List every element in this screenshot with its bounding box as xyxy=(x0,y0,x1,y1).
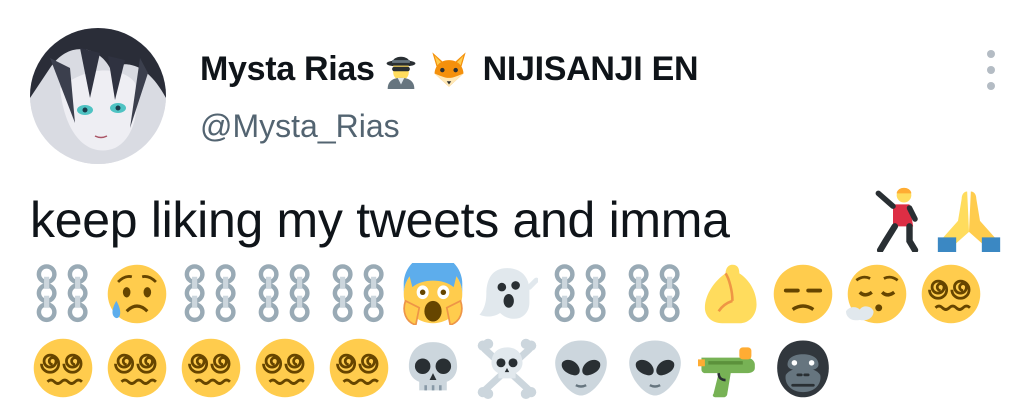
screaming-face-emoji-icon xyxy=(400,261,466,327)
folded-hands-emoji-icon xyxy=(936,186,1002,252)
avatar-image xyxy=(30,28,166,164)
tweet-text: keep liking my tweets and imma xyxy=(30,192,730,248)
chains-emoji-icon xyxy=(622,261,688,327)
sad-relieved-face-emoji-icon xyxy=(104,261,170,327)
chains-emoji-icon xyxy=(326,261,392,327)
unamused-face-emoji-icon xyxy=(770,261,836,327)
display-name-text: Mysta Rias xyxy=(200,49,375,88)
fox-emoji-icon xyxy=(427,47,471,91)
dizzy-face-emoji-icon xyxy=(918,261,984,327)
pinched-fingers-emoji-icon xyxy=(696,261,762,327)
skull-emoji-icon xyxy=(400,335,466,401)
emoji-row-1 xyxy=(30,258,992,330)
man-dancing-emoji-icon xyxy=(860,186,926,254)
chains-emoji-icon xyxy=(178,261,244,327)
dizzy-face-emoji-icon xyxy=(30,335,96,401)
skull-crossbones-emoji-icon xyxy=(474,335,540,401)
emoji-row-2 xyxy=(30,332,844,404)
chains-emoji-icon xyxy=(548,261,614,327)
detective-emoji-icon xyxy=(379,47,423,91)
dizzy-face-emoji-icon xyxy=(104,335,170,401)
dizzy-face-emoji-icon xyxy=(252,335,318,401)
alien-emoji-icon xyxy=(548,335,614,401)
chains-emoji-icon xyxy=(30,261,96,327)
face-exhaling-emoji-icon xyxy=(844,261,910,327)
tweet-card[interactable]: Mysta Rias NIJISANJI EN @Mysta_Rias keep… xyxy=(0,0,1024,415)
dizzy-face-emoji-icon xyxy=(326,335,392,401)
water-pistol-emoji-icon xyxy=(696,335,762,401)
affiliation-text: NIJISANJI EN xyxy=(482,49,699,88)
more-options-icon[interactable] xyxy=(978,50,1004,90)
alien-emoji-icon xyxy=(622,335,688,401)
avatar[interactable] xyxy=(30,28,166,164)
display-name[interactable]: Mysta Rias NIJISANJI EN xyxy=(200,44,699,94)
ghost-emoji-icon xyxy=(474,261,540,327)
dizzy-face-emoji-icon xyxy=(178,335,244,401)
gorilla-emoji-icon xyxy=(770,335,836,401)
chains-emoji-icon xyxy=(252,261,318,327)
user-handle[interactable]: @Mysta_Rias xyxy=(200,108,400,145)
